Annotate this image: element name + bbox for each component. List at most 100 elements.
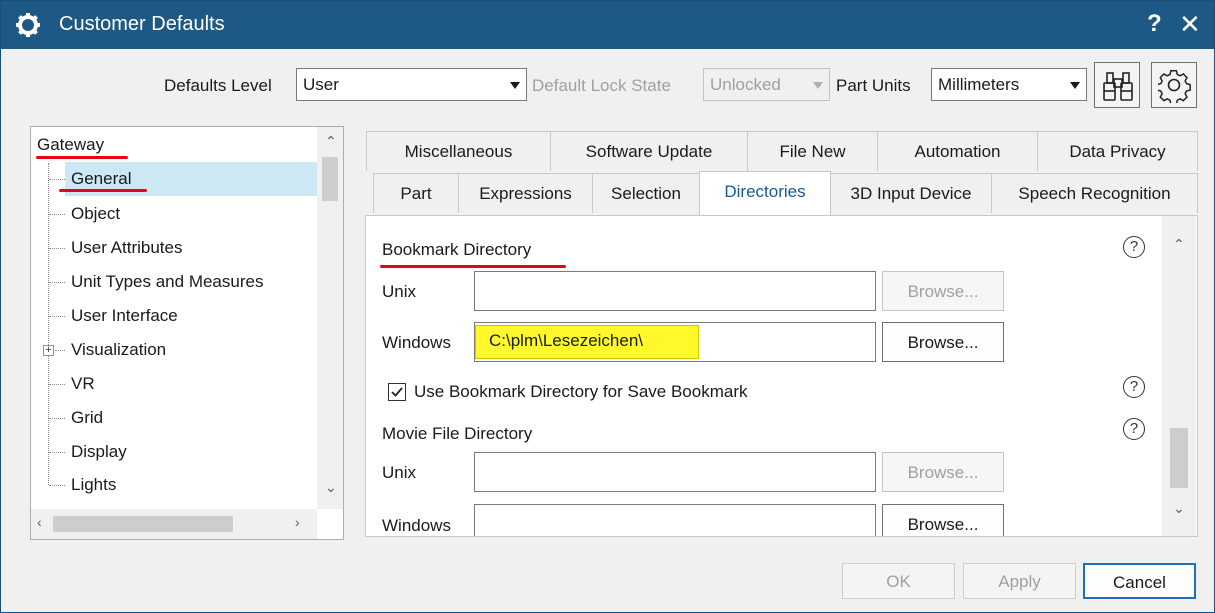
tab-label: File New (779, 142, 846, 161)
movie-unix-input[interactable] (474, 452, 876, 492)
tab-label: Expressions (479, 184, 572, 203)
help-icon[interactable]: ? (1123, 236, 1145, 258)
button-label: Browse... (907, 515, 979, 534)
find-button[interactable] (1094, 62, 1140, 108)
settings-app-icon (16, 13, 40, 37)
windows-label: Windows (382, 333, 451, 352)
tab-label: Speech Recognition (1018, 184, 1171, 203)
tab-label: Selection (611, 184, 681, 203)
lock-state-label: Default Lock State (532, 76, 671, 95)
bookmark-windows-browse-button[interactable]: Browse... (882, 322, 1004, 362)
tree-item-label: General (71, 169, 132, 188)
directories-panel: Bookmark Directory ? Unix Browse... Wind… (365, 215, 1198, 537)
tree-item-label: Unit Types and Measures (71, 272, 264, 291)
tree-connector (49, 282, 65, 283)
tree-connector (49, 418, 65, 419)
tab-label: Part (400, 184, 432, 203)
movie-windows-input[interactable] (474, 504, 876, 536)
tab-miscellaneous[interactable]: Miscellaneous (366, 131, 551, 171)
defaults-level-select[interactable]: User (296, 68, 527, 101)
tree-item-label: User Interface (71, 306, 178, 325)
scroll-up-icon[interactable]: ⌃ (1173, 236, 1185, 253)
defaults-level-value: User (303, 75, 339, 94)
window-title: Customer Defaults (59, 13, 225, 35)
binoculars-icon (1103, 72, 1133, 101)
lock-state-select: Unlocked (703, 68, 830, 101)
scroll-thumb[interactable] (1170, 428, 1188, 488)
content-vertical-scrollbar[interactable]: ⌃ ⌄ (1162, 216, 1196, 536)
movie-unix-browse-button: Browse... (882, 452, 1004, 492)
annotation-underline (380, 265, 566, 268)
checkmark-icon (391, 387, 403, 397)
scroll-thumb[interactable] (322, 157, 338, 201)
tree-connector (49, 248, 65, 249)
bookmark-unix-input[interactable] (474, 271, 876, 311)
tree-item-label: User Attributes (71, 238, 183, 257)
movie-windows-label: Windows (382, 516, 451, 535)
tab-3d-input-device[interactable]: 3D Input Device (830, 173, 992, 213)
scroll-down-icon[interactable]: ⌄ (325, 479, 337, 496)
button-label: Cancel (1113, 573, 1166, 592)
title-bar: Customer Defaults ? ✕ (1, 1, 1214, 49)
tab-data-privacy[interactable]: Data Privacy (1037, 131, 1198, 171)
cancel-button[interactable]: Cancel (1083, 563, 1196, 599)
tree-connector (49, 452, 65, 453)
lock-state-value: Unlocked (710, 75, 781, 94)
scroll-thumb[interactable] (53, 516, 233, 532)
help-button[interactable]: ? (1147, 10, 1162, 38)
settings-button[interactable] (1151, 62, 1197, 108)
expand-icon[interactable]: + (43, 345, 54, 356)
scroll-right-icon[interactable]: › (295, 514, 300, 530)
annotation-underline (36, 156, 128, 159)
bookmark-directory-heading: Bookmark Directory (382, 240, 532, 259)
scroll-left-icon[interactable]: ‹ (37, 514, 42, 530)
ok-button: OK (842, 563, 955, 599)
use-bookmark-checkbox[interactable] (388, 383, 406, 401)
tab-speech-recognition[interactable]: Speech Recognition (991, 173, 1198, 213)
movie-file-directory-heading: Movie File Directory (382, 424, 533, 443)
tree-connector (49, 316, 65, 317)
part-units-select[interactable]: Millimeters (931, 68, 1087, 101)
part-units-label: Part Units (836, 76, 911, 95)
tree-item-label: Lights (71, 475, 117, 494)
category-tree[interactable]: Gateway General Object User Attributes U… (30, 126, 344, 540)
tree-item-label: VR (71, 374, 95, 393)
chevron-down-icon (510, 82, 520, 89)
tab-label: Miscellaneous (404, 142, 513, 161)
tab-expressions[interactable]: Expressions (458, 173, 593, 213)
part-units-value: Millimeters (938, 75, 1020, 94)
tab-label: Directories (724, 182, 806, 201)
tree-connector (49, 214, 65, 215)
tab-directories[interactable]: Directories (699, 171, 831, 215)
tab-label: Automation (914, 142, 1001, 161)
tree-item-label: Display (71, 442, 127, 461)
tab-file-new[interactable]: File New (747, 131, 878, 171)
tab-automation[interactable]: Automation (877, 131, 1038, 171)
use-bookmark-label: Use Bookmark Directory for Save Bookmark (414, 382, 748, 401)
tree-item-label: Visualization (71, 340, 167, 359)
tree-connector (48, 163, 49, 485)
tab-label: Data Privacy (1069, 142, 1166, 161)
tree-item-label: Object (71, 204, 121, 223)
bookmark-windows-input[interactable]: C:\plm\Lesezeichen\ (474, 322, 876, 362)
scroll-up-icon[interactable]: ⌃ (325, 133, 337, 150)
tree-item-label: Grid (71, 408, 104, 427)
tree-connector (49, 384, 65, 385)
button-label: Browse... (907, 333, 979, 352)
help-icon[interactable]: ? (1123, 418, 1145, 440)
close-button[interactable]: ✕ (1179, 9, 1201, 40)
tab-selection[interactable]: Selection (592, 173, 700, 213)
gear-icon (1158, 70, 1191, 103)
unix-label: Unix (382, 282, 417, 301)
tree-horizontal-scrollbar[interactable]: ‹ › (31, 509, 317, 539)
tab-part[interactable]: Part (373, 173, 459, 213)
tab-software-update[interactable]: Software Update (550, 131, 748, 171)
tree-vertical-scrollbar[interactable]: ⌃ ⌄ (317, 127, 343, 509)
scroll-down-icon[interactable]: ⌄ (1173, 500, 1185, 517)
movie-windows-browse-button[interactable]: Browse... (882, 504, 1004, 536)
button-label: OK (886, 572, 911, 591)
tab-label: 3D Input Device (850, 184, 972, 203)
button-label: Browse... (907, 282, 979, 301)
help-icon[interactable]: ? (1123, 376, 1145, 398)
button-label: Browse... (907, 463, 979, 482)
